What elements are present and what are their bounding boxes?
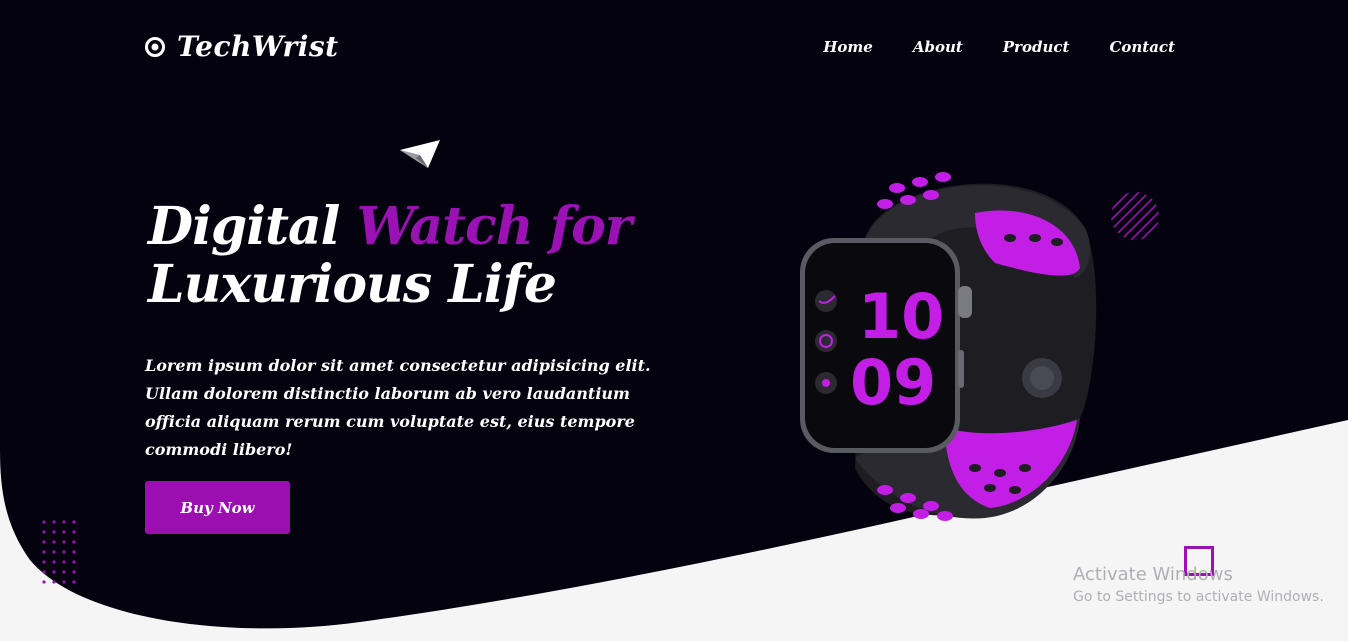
activate-windows-subtitle: Go to Settings to activate Windows.: [1073, 589, 1324, 605]
smart-watch-image: 10 09: [800, 172, 1097, 521]
main-nav: Home About Product Contact: [823, 38, 1175, 56]
watch-minute: 09: [850, 346, 936, 419]
striped-circle-icon: [1111, 192, 1159, 240]
hero-title-accent: Watch for: [356, 196, 633, 257]
nav-contact[interactable]: Contact: [1109, 38, 1175, 56]
site-header: TechWrist Home About Product Contact: [145, 30, 1175, 70]
hero-title: Digital Watch for Luxurious Life: [148, 198, 708, 314]
hero-description: Lorem ipsum dolor sit amet consectetur a…: [145, 356, 651, 459]
dot-grid-icon: [42, 520, 76, 584]
brand-name: TechWrist: [177, 30, 339, 63]
hero-dark-background: [0, 0, 1348, 629]
nav-product[interactable]: Product: [1003, 38, 1070, 56]
buy-now-button[interactable]: Buy Now: [145, 481, 290, 534]
activate-windows-title: Activate Windows: [1073, 564, 1233, 585]
brand-logo[interactable]: TechWrist: [145, 30, 339, 63]
paper-plane-icon: [400, 140, 440, 168]
nav-home[interactable]: Home: [823, 38, 873, 56]
hero-title-part2: Luxurious Life: [148, 254, 557, 315]
target-logo-icon: [145, 36, 165, 57]
watch-hour: 10: [858, 280, 944, 353]
nav-about[interactable]: About: [913, 38, 963, 56]
hero-title-part1: Digital: [148, 196, 357, 257]
activate-windows-watermark: Activate Windows Go to Settings to activ…: [1073, 564, 1324, 608]
